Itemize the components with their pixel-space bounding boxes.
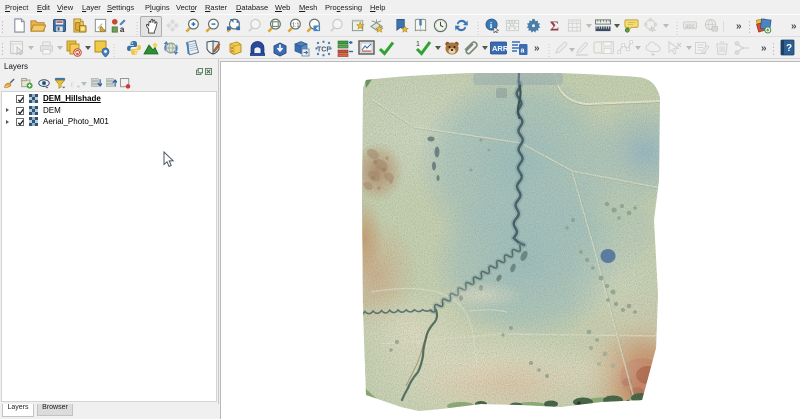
svg-text:TCF: TCF xyxy=(317,47,331,54)
svg-text:a: a xyxy=(521,48,525,55)
svg-text:abc: abc xyxy=(685,24,695,30)
svg-text:a: a xyxy=(120,25,125,33)
svg-text:Σ: Σ xyxy=(550,19,559,33)
svg-text:1:1: 1:1 xyxy=(292,22,299,28)
svg-text:ARR: ARR xyxy=(492,44,507,53)
svg-text:ε: ε xyxy=(71,80,75,89)
svg-text:1: 1 xyxy=(416,41,420,48)
svg-text:?: ? xyxy=(786,43,792,54)
